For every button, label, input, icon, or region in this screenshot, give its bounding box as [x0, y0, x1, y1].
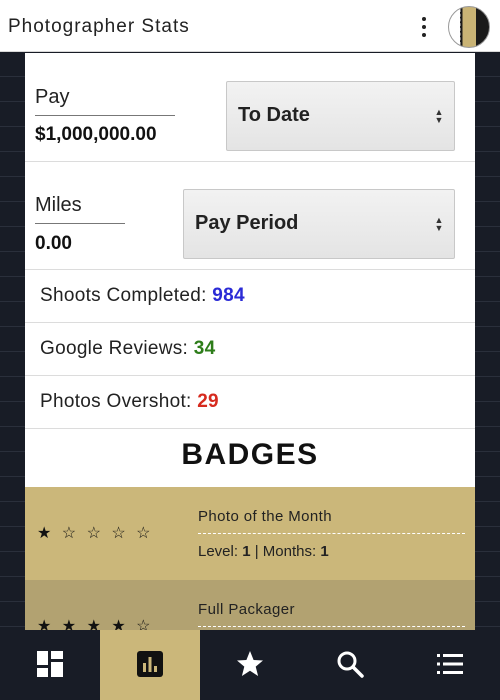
badge-card[interactable]: ★ ☆ ☆ ☆ ☆ Photo of the Month Level: 1 | … — [25, 487, 475, 580]
months-label: Months: — [262, 543, 321, 560]
pay-period-select[interactable]: To Date ▲ ▼ — [226, 81, 455, 151]
badge-divider — [198, 626, 465, 627]
pay-value: $1,000,000.00 — [35, 124, 157, 145]
stat-value-overshot: 29 — [197, 391, 219, 412]
stat-row-shoots: Shoots Completed: 984 — [25, 270, 475, 323]
miles-section: Miles 0.00 Pay Period ▲ ▼ — [25, 162, 475, 270]
kebab-menu-icon[interactable] — [416, 14, 432, 40]
nav-menu[interactable] — [400, 630, 500, 700]
stat-value-shoots: 984 — [212, 285, 245, 306]
pay-period-select-value: To Date — [238, 104, 310, 126]
nav-search[interactable] — [300, 630, 400, 700]
miles-period-select[interactable]: Pay Period ▲ ▼ — [183, 189, 455, 259]
badge-name: Photo of the Month — [198, 508, 332, 525]
miles-underline — [35, 223, 125, 224]
meta-separator: | — [250, 543, 263, 560]
search-icon — [337, 651, 364, 678]
stat-row-overshot: Photos Overshot: 29 — [25, 376, 475, 429]
badge-meta: Level: 1 | Months: 1 — [198, 543, 329, 560]
bottom-nav — [0, 630, 500, 700]
miles-period-select-value: Pay Period — [195, 212, 299, 234]
stat-row-reviews: Google Reviews: 34 — [25, 323, 475, 376]
pay-label: Pay — [35, 86, 70, 108]
badge-name: Full Packager — [198, 601, 295, 618]
nav-dashboard[interactable] — [0, 630, 100, 700]
right-gutter — [475, 52, 500, 630]
miles-label: Miles — [35, 194, 82, 216]
badge-divider — [198, 533, 465, 534]
profile-avatar[interactable] — [448, 6, 490, 48]
left-gutter — [0, 52, 25, 630]
level-value: 1 — [242, 543, 251, 560]
pay-section: Pay $1,000,000.00 To Date ▲ ▼ — [25, 53, 475, 162]
dashboard-icon — [37, 651, 63, 677]
miles-value: 0.00 — [35, 233, 72, 254]
app-title: Photographer Stats — [8, 16, 190, 37]
months-value: 1 — [320, 543, 329, 560]
star-rating: ★ ★ ★ ★ ☆ — [37, 618, 154, 630]
list-icon — [437, 654, 463, 674]
select-arrows-icon: ▲ ▼ — [434, 107, 444, 125]
pay-underline — [35, 115, 175, 116]
bar-chart-icon — [137, 651, 163, 677]
nav-stats[interactable] — [100, 630, 200, 700]
stat-label: Google Reviews: — [40, 338, 194, 359]
select-arrows-icon: ▲ ▼ — [434, 215, 444, 233]
badges-heading: BADGES — [181, 438, 319, 471]
badge-card[interactable]: ★ ★ ★ ★ ☆ Full Packager — [25, 580, 475, 630]
star-rating: ★ ☆ ☆ ☆ ☆ — [37, 525, 154, 542]
nav-badges[interactable] — [200, 630, 300, 700]
stat-label: Photos Overshot: — [40, 391, 198, 412]
stats-panel: Pay $1,000,000.00 To Date ▲ ▼ Miles 0.00 … — [25, 53, 475, 630]
stat-label: Shoots Completed: — [40, 285, 213, 306]
star-icon — [237, 651, 263, 676]
level-label: Level: — [198, 543, 243, 560]
app-bar: Photographer Stats — [0, 0, 500, 52]
stat-value-reviews: 34 — [193, 338, 216, 359]
